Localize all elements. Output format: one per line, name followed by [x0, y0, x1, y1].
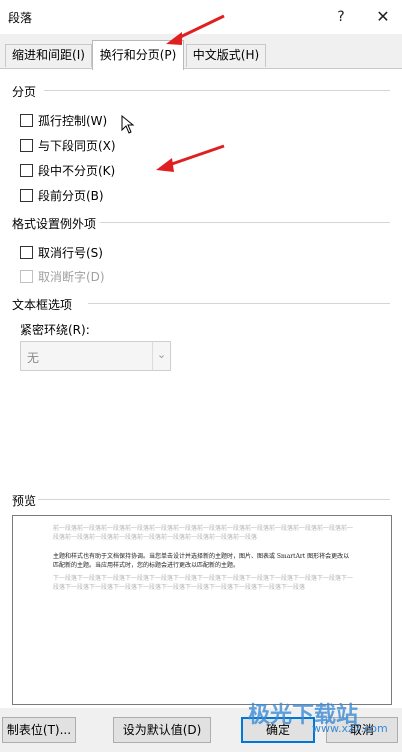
divider	[38, 499, 390, 500]
checkbox-box[interactable]	[20, 189, 33, 202]
preview-box: 前一段落前一段落前一段落前一段落前一段落前一段落前一段落前一段落前一段落前一段落…	[12, 515, 392, 705]
page-break-before-checkbox[interactable]: 段前分页(B)	[20, 187, 104, 204]
preview-next-paragraph: 下一段落下一段落下一段落下一段落下一段落下一段落下一段落下一段落下一段落下一段落…	[53, 575, 354, 591]
checkbox-label: 段前分页(B)	[38, 189, 104, 203]
chevron-down-icon: ⌄	[152, 342, 170, 370]
widow-control-checkbox[interactable]: 孤行控制(W)	[20, 112, 107, 129]
tight-wrap-label: 紧密环绕(R):	[20, 323, 90, 337]
checkbox-box[interactable]	[20, 114, 33, 127]
keep-lines-together-checkbox[interactable]: 段中不分页(K)	[20, 162, 115, 179]
checkbox-label: 取消断字(D)	[38, 270, 105, 284]
checkbox-box[interactable]	[20, 164, 33, 177]
exceptions-heading: 格式设置例外项	[12, 217, 97, 231]
checkbox-box[interactable]	[20, 246, 33, 259]
dont-hyphenate-checkbox: 取消断字(D)	[20, 268, 105, 285]
checkbox-box[interactable]	[20, 139, 33, 152]
divider	[44, 90, 390, 91]
checkbox-label: 取消行号(S)	[38, 246, 103, 260]
arrow-icon	[156, 144, 225, 172]
textbox-heading: 文本框选项	[12, 298, 73, 312]
dialog-title: 段落	[8, 11, 33, 25]
help-button[interactable]: ?	[328, 5, 354, 29]
tight-wrap-value: 无	[27, 351, 40, 365]
tight-wrap-select: 无 ⌄	[20, 341, 171, 371]
set-default-button[interactable]: 设为默认值(D)	[113, 717, 211, 743]
checkbox-label: 与下段同页(X)	[38, 139, 116, 153]
suppress-line-numbers-checkbox[interactable]: 取消行号(S)	[20, 244, 103, 261]
preview-current-paragraph: 主题和样式也有助于文档保持协调。当您单击设计并选择新的主题时，图片、图表或 Sm…	[53, 553, 350, 569]
divider	[88, 303, 390, 304]
arrow-icon	[166, 14, 225, 45]
tab-indents-spacing[interactable]: 缩进和间距(I)	[5, 44, 92, 67]
checkbox-label: 孤行控制(W)	[38, 114, 108, 128]
preview-heading: 预览	[12, 494, 37, 508]
keep-with-next-checkbox[interactable]: 与下段同页(X)	[20, 137, 116, 154]
checkbox-label: 段中不分页(K)	[38, 164, 116, 178]
watermark-url: www.xz7.com	[312, 722, 388, 735]
checkbox-box	[20, 270, 33, 283]
pagination-heading: 分页	[12, 85, 37, 99]
cursor-icon	[121, 115, 135, 134]
preview-previous-paragraph: 前一段落前一段落前一段落前一段落前一段落前一段落前一段落前一段落前一段落前一段落…	[53, 525, 354, 541]
close-button[interactable]: ✕	[370, 5, 396, 29]
tabs-button[interactable]: 制表位(T)...	[2, 717, 76, 743]
divider	[100, 222, 390, 223]
